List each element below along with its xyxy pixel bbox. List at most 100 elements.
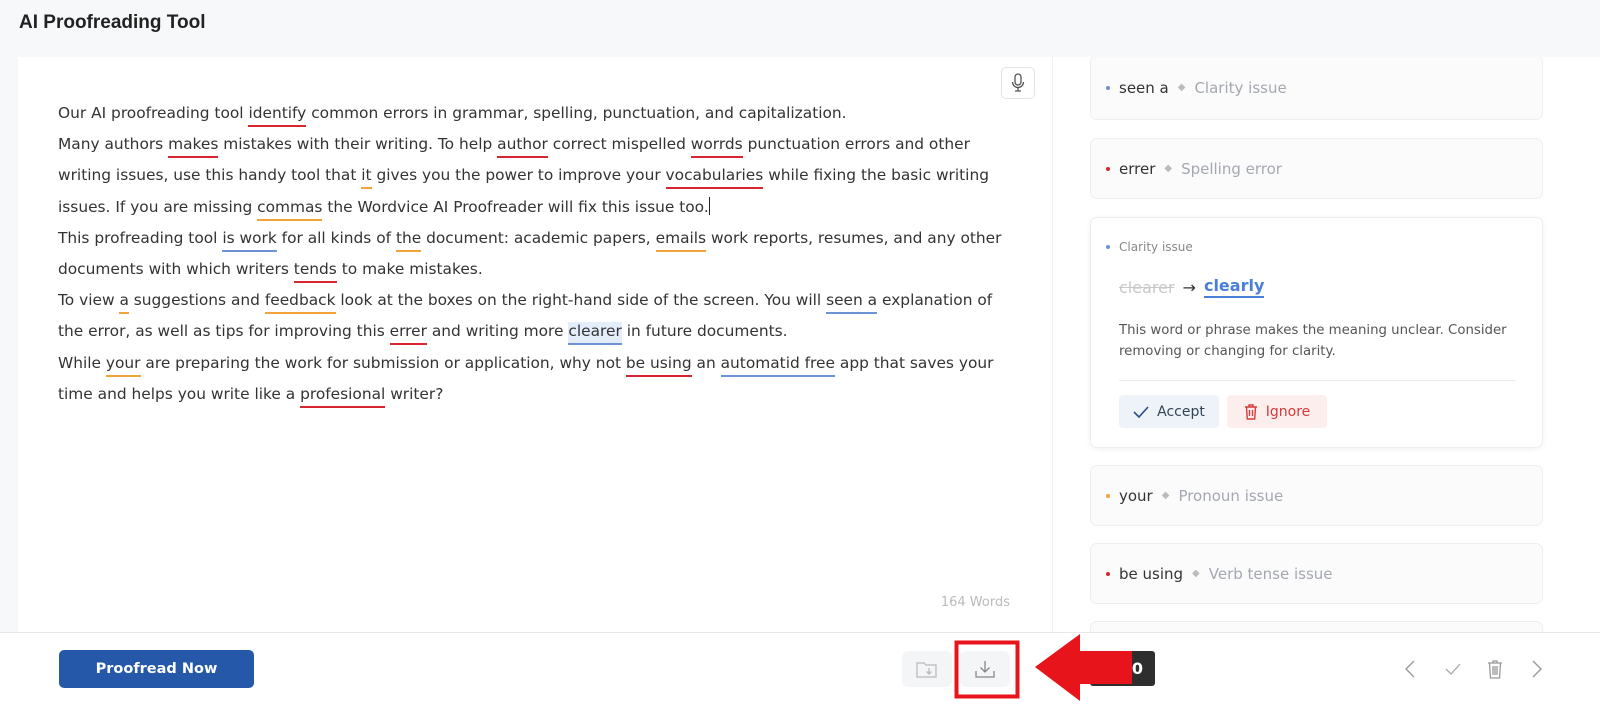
issue-category: Clarity issue: [1119, 240, 1193, 254]
save-to-folder-button[interactable]: [902, 651, 952, 687]
flagged-word[interactable]: emails: [655, 228, 707, 252]
expanded-issue-card: Clarity issue clearer → clearly This wor…: [1090, 217, 1543, 448]
flagged-word[interactable]: identify: [248, 104, 307, 127]
folder-download-icon: [916, 662, 937, 678]
text-segment: correct mispelled: [547, 135, 691, 154]
suggestion-word[interactable]: clearly: [1203, 276, 1265, 298]
text-segment: look at the boxes on the right-hand side…: [335, 291, 827, 310]
chevron-right-icon: [1532, 660, 1542, 678]
issue-word: errer: [1119, 159, 1156, 178]
issue-word: be using: [1119, 564, 1184, 583]
issue-card[interactable]: seen a ◆ Clarity issue: [1090, 57, 1543, 120]
text-segment: to make mistakes.: [336, 260, 483, 279]
text-segment: an: [691, 353, 721, 372]
check-icon: [1445, 663, 1461, 675]
flagged-word[interactable]: profesional: [300, 384, 386, 408]
ignore-label: Ignore: [1265, 403, 1311, 420]
separator-icon: ◆: [1177, 82, 1186, 93]
download-button[interactable]: [960, 651, 1010, 687]
text-segment: writer?: [385, 384, 444, 403]
delete-button[interactable]: [1483, 657, 1507, 681]
flagged-word[interactable]: clearer: [568, 322, 622, 346]
issue-card[interactable]: your ◆ Pronoun issue: [1090, 465, 1543, 526]
text-segment: mistakes with their writing. To help: [218, 135, 498, 154]
check-icon: [1133, 405, 1149, 418]
text-segment: are preparing the work for submission or…: [140, 353, 626, 372]
word-count: 164 Words: [940, 595, 1010, 610]
paragraph: To view a suggestions and feedback look …: [58, 285, 1018, 347]
flagged-word[interactable]: a: [119, 291, 129, 315]
header: AI Proofreading Tool: [0, 0, 1600, 57]
issue-dot: [1106, 245, 1110, 249]
paragraph: While your are preparing the work for su…: [58, 348, 1018, 410]
flagged-word[interactable]: is work: [222, 228, 277, 252]
issue-dot: [1106, 493, 1110, 498]
download-icon: [975, 661, 995, 678]
accept-label: Accept: [1157, 403, 1205, 420]
issue-dot: [1106, 571, 1110, 576]
footer-toolbar: Proofread Now 20: [0, 632, 1600, 714]
flagged-word[interactable]: makes: [168, 135, 219, 159]
text-segment: Our AI proofreading tool: [58, 104, 249, 122]
text-segment: common errors in grammar, spelling, punc…: [306, 104, 847, 122]
text-segment: This profreading tool: [58, 228, 223, 247]
text-segment: gives you the power to improve your: [371, 166, 666, 185]
trash-icon: [1244, 403, 1257, 420]
microphone-button[interactable]: [1001, 67, 1035, 99]
flagged-word[interactable]: the: [395, 228, 422, 252]
paragraph: Our AI proofreading tool identify common…: [58, 98, 1018, 129]
separator-icon: ◆: [1161, 490, 1170, 501]
issue-count-badge: 20: [1090, 651, 1155, 686]
issue-word: your: [1119, 486, 1153, 505]
issue-category: Clarity issue: [1194, 78, 1287, 97]
flagged-word[interactable]: vocabularies: [665, 166, 764, 190]
separator-icon: ◆: [1192, 568, 1200, 579]
next-issue-button[interactable]: [1525, 657, 1549, 681]
page-title: AI Proofreading Tool: [19, 12, 206, 33]
issue-dot: [1106, 85, 1110, 90]
flagged-word[interactable]: it: [361, 166, 372, 190]
separator-icon: ◆: [1164, 163, 1173, 174]
issues-panel: seen a ◆ Clarity issue errer ◆ Spelling …: [1052, 57, 1600, 632]
text-segment: in future documents.: [621, 322, 788, 341]
chevron-left-icon: [1405, 660, 1415, 678]
flagged-word[interactable]: commas: [257, 197, 323, 221]
microphone-icon: [1011, 73, 1025, 92]
text-segment: To view: [58, 291, 120, 310]
text-segment: the Wordvice AI Proofreader will fix thi…: [322, 197, 709, 216]
flagged-word[interactable]: tends: [293, 260, 337, 284]
divider: [1119, 380, 1516, 381]
editor-panel[interactable]: Our AI proofreading tool identify common…: [18, 57, 1052, 632]
trash-icon: [1488, 660, 1502, 679]
issue-category: Spelling error: [1181, 159, 1282, 178]
ignore-button[interactable]: Ignore: [1227, 395, 1327, 428]
text-cursor: [708, 196, 710, 215]
flagged-word[interactable]: worrds: [690, 135, 743, 159]
issue-category: Pronoun issue: [1178, 486, 1284, 505]
original-word: clearer: [1119, 277, 1175, 297]
issue-card[interactable]: [1090, 621, 1543, 632]
flagged-word[interactable]: feedback: [264, 291, 336, 315]
flagged-word[interactable]: your: [105, 353, 141, 377]
paragraph: This profreading tool is work for all ki…: [58, 223, 1018, 285]
proofread-now-button[interactable]: Proofread Now: [59, 650, 254, 688]
flagged-word[interactable]: seen a: [826, 291, 878, 315]
accept-button[interactable]: Accept: [1119, 395, 1219, 428]
flagged-word[interactable]: errer: [389, 322, 427, 346]
issue-category: Verb tense issue: [1208, 564, 1333, 583]
text-segment: suggestions and: [128, 291, 265, 310]
issue-description: This word or phrase makes the meaning un…: [1119, 323, 1507, 359]
previous-issue-button[interactable]: [1398, 657, 1422, 681]
text-segment: and writing more: [426, 322, 569, 341]
issue-card[interactable]: be using ◆ Verb tense issue: [1090, 543, 1543, 604]
accept-all-button[interactable]: [1441, 657, 1465, 681]
editor-text[interactable]: Our AI proofreading tool identify common…: [58, 98, 1018, 410]
issue-card[interactable]: errer ◆ Spelling error: [1090, 138, 1543, 199]
flagged-word[interactable]: author: [497, 135, 548, 159]
flagged-word[interactable]: automatid free: [720, 353, 835, 377]
flagged-word[interactable]: be using: [625, 353, 692, 377]
text-segment: While: [58, 353, 106, 372]
arrow-right-icon: →: [1182, 277, 1196, 297]
issue-word: seen a: [1119, 78, 1169, 97]
issue-dot: [1106, 166, 1110, 171]
